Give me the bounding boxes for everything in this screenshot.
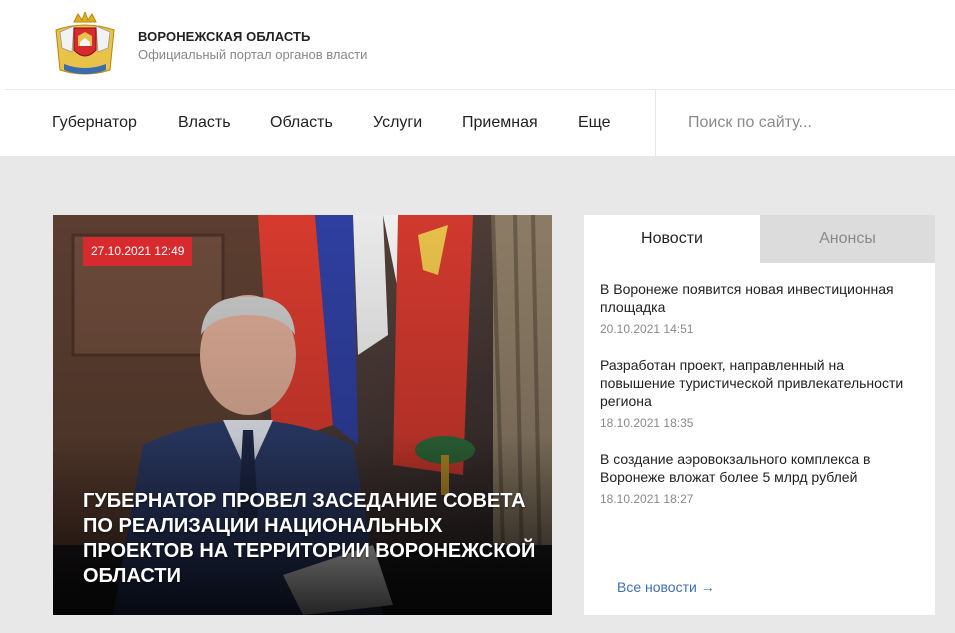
search-input[interactable]	[674, 104, 944, 142]
all-news-link[interactable]: Все новости →	[617, 579, 715, 595]
news-list-item[interactable]: В создание аэровокзального комплекса в В…	[600, 450, 920, 506]
featured-news-card[interactable]: 27.10.2021 12:49 Губернатор провел засед…	[53, 215, 552, 615]
coat-of-arms-logo[interactable]	[52, 12, 118, 76]
news-list-item[interactable]: Разработан проект, направленный на повыш…	[600, 356, 920, 430]
nav-item-reception[interactable]: Приемная	[462, 114, 538, 132]
news-item-title[interactable]: Разработан проект, направленный на повыш…	[600, 356, 920, 410]
nav-item-authority[interactable]: Власть	[178, 114, 231, 132]
news-item-title[interactable]: В создание аэровокзального комплекса в В…	[600, 450, 920, 486]
nav-item-services[interactable]: Услуги	[373, 114, 422, 132]
main-navigation: Губернатор Власть Область Услуги Приемна…	[0, 90, 955, 156]
site-title[interactable]: ВОРОНЕЖСКАЯ ОБЛАСТЬ	[138, 29, 311, 44]
nav-divider	[655, 90, 656, 156]
news-item-date: 18.10.2021 18:27	[600, 492, 694, 506]
news-panel: Новости Анонсы В Воронеже появится новая…	[584, 215, 935, 615]
tab-news[interactable]: Новости	[584, 215, 760, 263]
news-item-date: 20.10.2021 14:51	[600, 322, 694, 336]
news-item-date: 18.10.2021 18:35	[600, 416, 694, 430]
featured-news-date: 27.10.2021 12:49	[83, 237, 193, 266]
nav-item-more[interactable]: Еще	[578, 114, 611, 132]
news-item-title[interactable]: В Воронеже появится новая инвестиционная…	[600, 280, 920, 316]
tab-announcements[interactable]: Анонсы	[760, 215, 935, 263]
site-header: ВОРОНЕЖСКАЯ ОБЛАСТЬ Официальный портал о…	[0, 0, 955, 90]
site-subtitle: Официальный портал органов власти	[138, 47, 368, 62]
featured-news-title[interactable]: Губернатор провел заседание совета по ре…	[83, 489, 543, 589]
nav-item-governor[interactable]: Губернатор	[52, 114, 137, 132]
news-list-item[interactable]: В Воронеже появится новая инвестиционная…	[600, 280, 920, 336]
nav-item-region[interactable]: Область	[270, 114, 333, 132]
